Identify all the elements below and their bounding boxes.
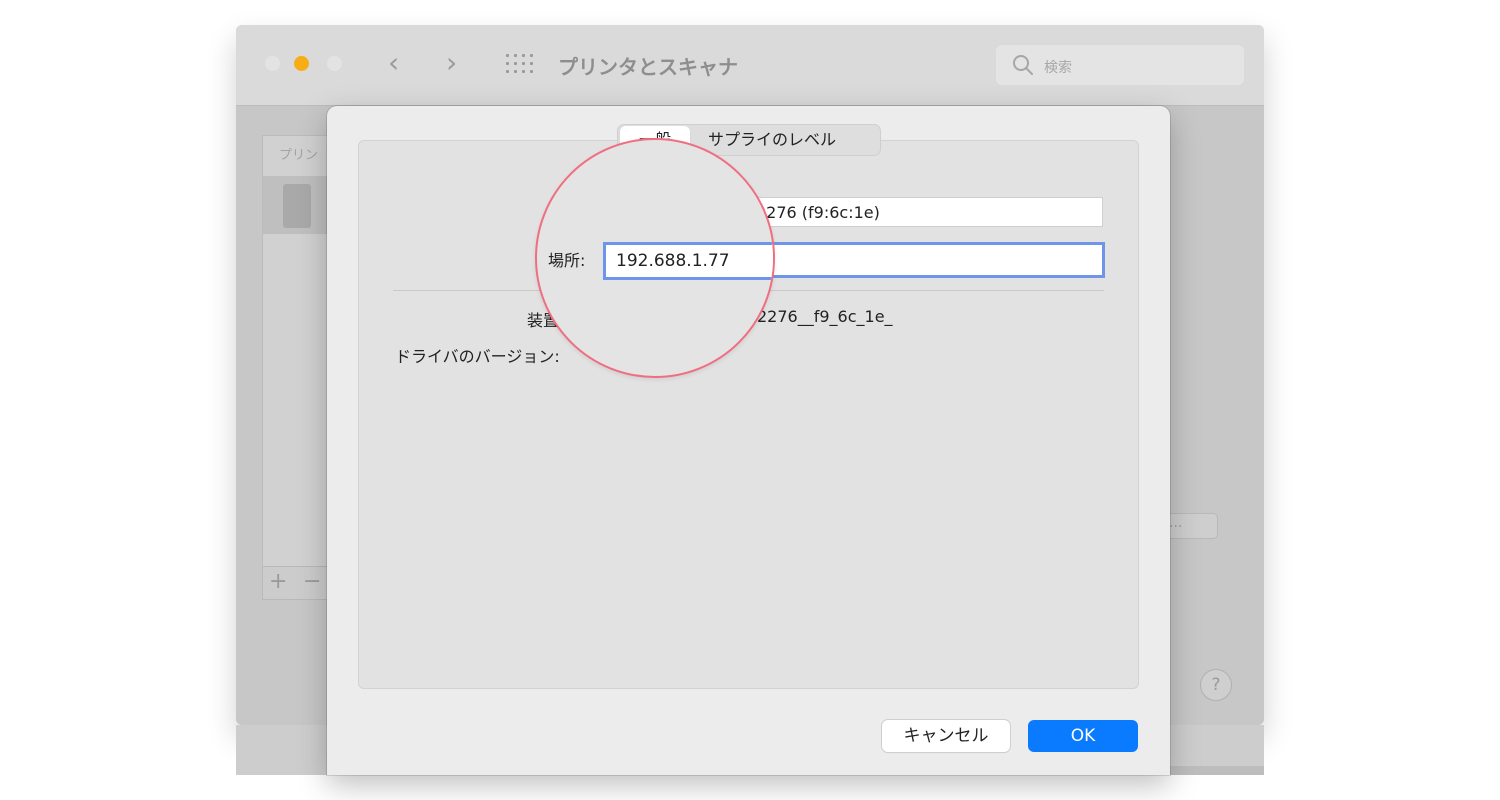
magnified-location-label: 場所:	[548, 251, 586, 270]
back-arrow-icon[interactable]: ‹	[388, 47, 399, 79]
ok-button[interactable]: OK	[1028, 720, 1138, 752]
window-title: プリンタとスキャナ	[558, 55, 738, 79]
printer-icon	[283, 184, 311, 228]
close-window-button[interactable]	[265, 56, 280, 71]
search-icon	[1013, 55, 1033, 75]
search-field[interactable]: 検索	[996, 45, 1244, 85]
add-printer-button[interactable]: +	[269, 569, 287, 594]
printer-list-header: プリン	[279, 148, 319, 163]
driver-version-label: ドライバのバージョン:	[395, 347, 560, 366]
options-button-label: ...	[1169, 515, 1183, 531]
zoom-window-button[interactable]	[327, 56, 342, 71]
search-placeholder: 検索	[1044, 60, 1072, 76]
device-value: 2276__f9_6c_1e_	[757, 307, 893, 326]
cancel-button[interactable]: キャンセル	[882, 720, 1010, 752]
magnified-location-field: 192.688.1.77	[603, 242, 773, 280]
forward-arrow-icon[interactable]: ›	[446, 47, 457, 79]
magnifier-lens: 場所: 192.688.1.77	[535, 138, 775, 378]
tab-supply-levels[interactable]: サプライのレベル	[708, 125, 836, 155]
show-all-grid-icon[interactable]	[506, 54, 533, 74]
title-bar: ‹ › プリンタとスキャナ 検索	[236, 25, 1264, 106]
printer-list[interactable]: プリン	[262, 135, 330, 569]
remove-printer-button[interactable]: −	[303, 569, 321, 594]
window-shadow-strip-edge	[1170, 766, 1264, 775]
minimize-window-button[interactable]	[294, 56, 309, 71]
printer-list-item[interactable]	[263, 176, 329, 234]
add-remove-buttons: + −	[262, 566, 330, 600]
help-button[interactable]: ?	[1200, 669, 1232, 701]
